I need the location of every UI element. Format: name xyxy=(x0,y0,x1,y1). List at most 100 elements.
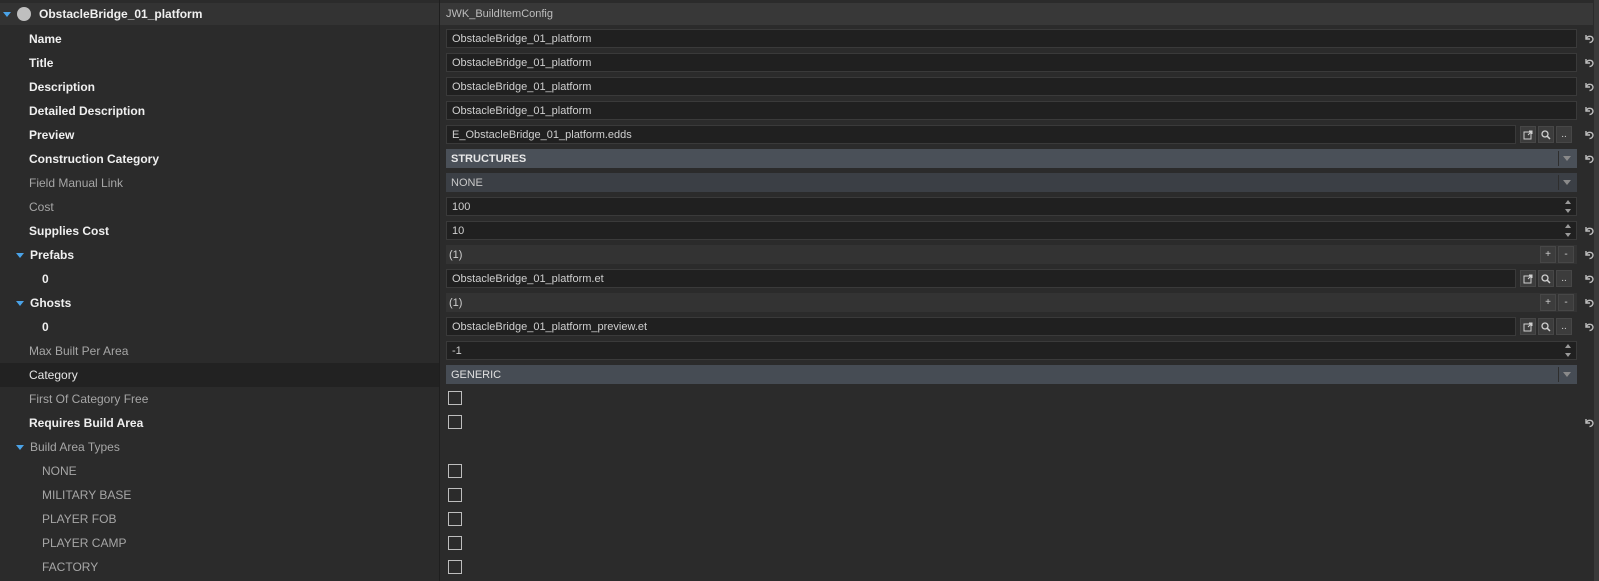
row-label-max-built: Max Built Per Area xyxy=(0,339,439,363)
row-label-prefabs[interactable]: Prefabs xyxy=(0,243,439,267)
property-label-panel: ObstacleBridge_01_platform Name Title De… xyxy=(0,0,439,581)
category-dropdown[interactable]: GENERIC xyxy=(446,365,1577,384)
label-bat-military-base: MILITARY BASE xyxy=(42,488,132,502)
magnifier-icon[interactable] xyxy=(1538,126,1554,143)
label-detailed-description: Detailed Description xyxy=(29,104,146,118)
dropdown-separator xyxy=(1558,175,1559,190)
cost-spinbox[interactable]: 100 xyxy=(446,197,1577,216)
field-manual-link-dropdown[interactable]: NONE xyxy=(446,173,1577,192)
property-value-panel: JWK_BuildItemConfig ObstacleBridge_01_pl… xyxy=(440,0,1599,581)
label-bat-factory: FACTORY xyxy=(42,560,99,574)
vertical-scrollbar[interactable] xyxy=(1594,0,1599,581)
dropdown-separator xyxy=(1558,151,1559,166)
label-bat-none: NONE xyxy=(42,464,77,478)
ghosts-array-header: (1) xyxy=(446,293,1577,312)
row-label-title: Title xyxy=(0,51,439,75)
spin-arrows-icon[interactable] xyxy=(1565,344,1574,357)
browse-button[interactable]: .. xyxy=(1556,318,1572,335)
label-name: Name xyxy=(29,32,62,46)
ghosts-count: (1) xyxy=(449,296,463,309)
build-area-types-expand-icon[interactable] xyxy=(16,444,24,450)
add-item-button[interactable]: + xyxy=(1540,246,1556,263)
supplies-cost-spinbox[interactable]: 10 xyxy=(446,221,1577,240)
spin-arrows-icon[interactable] xyxy=(1565,224,1574,237)
bat-military-base-checkbox[interactable] xyxy=(448,488,462,502)
label-field-manual-link: Field Manual Link xyxy=(29,176,124,190)
title-input[interactable]: ObstacleBridge_01_platform xyxy=(446,53,1577,72)
label-max-built-per-area: Max Built Per Area xyxy=(29,344,129,358)
row-label-bat-player-fob: PLAYER FOB xyxy=(0,507,439,531)
prefabs-expand-icon[interactable] xyxy=(16,252,24,258)
magnifier-icon[interactable] xyxy=(1538,318,1554,335)
category-value: GENERIC xyxy=(451,368,502,381)
remove-item-button[interactable]: - xyxy=(1558,294,1574,311)
open-external-icon[interactable] xyxy=(1520,126,1536,143)
max-built-per-area-value: -1 xyxy=(452,344,462,357)
detailed-description-input[interactable]: ObstacleBridge_01_platform xyxy=(446,101,1577,120)
prefabs-count: (1) xyxy=(449,248,463,261)
open-external-icon[interactable] xyxy=(1520,270,1536,287)
prefab-path-input[interactable]: ObstacleBridge_01_platform.et xyxy=(446,269,1516,288)
browse-button[interactable]: .. xyxy=(1556,270,1572,287)
label-construction-category: Construction Category xyxy=(29,152,160,166)
prefabs-array-header: (1) xyxy=(446,245,1577,264)
bat-none-checkbox[interactable] xyxy=(448,464,462,478)
row-label-prefabs-0: 0 xyxy=(0,267,439,291)
preview-path-input[interactable]: E_ObstacleBridge_01_platform.edds xyxy=(446,125,1516,144)
label-first-of-category-free: First Of Category Free xyxy=(29,392,149,406)
requires-build-area-checkbox[interactable] xyxy=(448,415,462,429)
label-build-area-types: Build Area Types xyxy=(30,440,120,454)
first-of-category-free-checkbox[interactable] xyxy=(448,391,462,405)
entity-title: ObstacleBridge_01_platform xyxy=(39,7,203,21)
label-title: Title xyxy=(29,56,54,70)
row-label-bat-none: NONE xyxy=(0,459,439,483)
label-cost: Cost xyxy=(29,200,54,214)
construction-category-dropdown[interactable]: STRUCTURES xyxy=(446,149,1577,168)
label-preview: Preview xyxy=(29,128,75,142)
chevron-down-icon xyxy=(1563,156,1571,161)
open-external-icon[interactable] xyxy=(1520,318,1536,335)
description-input[interactable]: ObstacleBridge_01_platform xyxy=(446,77,1577,96)
field-manual-link-value: NONE xyxy=(451,176,483,189)
label-requires-build-area: Requires Build Area xyxy=(29,416,144,430)
add-item-button[interactable]: + xyxy=(1540,294,1556,311)
entity-circle-icon xyxy=(17,7,31,21)
row-label-ghosts-0: 0 xyxy=(0,315,439,339)
row-label-build-area-types[interactable]: Build Area Types xyxy=(0,435,439,459)
expand-triangle-icon[interactable] xyxy=(3,11,11,17)
entity-header-row[interactable]: ObstacleBridge_01_platform xyxy=(0,3,439,25)
ghost-path-input[interactable]: ObstacleBridge_01_platform_preview.et xyxy=(446,317,1516,336)
label-prefabs-index: 0 xyxy=(42,272,49,286)
browse-button[interactable]: .. xyxy=(1556,126,1572,143)
row-label-name: Name xyxy=(0,27,439,51)
label-ghosts: Ghosts xyxy=(30,296,72,310)
bat-player-fob-checkbox[interactable] xyxy=(448,512,462,526)
chevron-down-icon xyxy=(1563,372,1571,377)
row-label-supplies-cost: Supplies Cost xyxy=(0,219,439,243)
label-bat-player-fob: PLAYER FOB xyxy=(42,512,117,526)
row-label-bat-player-camp: PLAYER CAMP xyxy=(0,531,439,555)
ghosts-expand-icon[interactable] xyxy=(16,300,24,306)
row-label-detailed-description: Detailed Description xyxy=(0,99,439,123)
row-label-bat-factory: FACTORY xyxy=(0,555,439,579)
row-label-description: Description xyxy=(0,75,439,99)
row-label-bat-military-base: MILITARY BASE xyxy=(0,483,439,507)
spin-arrows-icon[interactable] xyxy=(1565,200,1574,213)
row-label-ghosts[interactable]: Ghosts xyxy=(0,291,439,315)
row-label-requires-build-area: Requires Build Area xyxy=(0,411,439,435)
label-prefabs: Prefabs xyxy=(30,248,75,262)
row-label-field-manual-link: Field Manual Link xyxy=(0,171,439,195)
label-description: Description xyxy=(29,80,96,94)
remove-item-button[interactable]: - xyxy=(1558,246,1574,263)
cost-value: 100 xyxy=(452,200,471,213)
bat-player-camp-checkbox[interactable] xyxy=(448,536,462,550)
label-category: Category xyxy=(29,368,78,382)
magnifier-icon[interactable] xyxy=(1538,270,1554,287)
bat-factory-checkbox[interactable] xyxy=(448,560,462,574)
row-label-preview: Preview xyxy=(0,123,439,147)
row-label-category: Category xyxy=(0,363,439,387)
name-input[interactable]: ObstacleBridge_01_platform xyxy=(446,29,1577,48)
label-supplies-cost: Supplies Cost xyxy=(29,224,110,238)
max-built-per-area-spinbox[interactable]: -1 xyxy=(446,341,1577,360)
construction-category-value: STRUCTURES xyxy=(451,152,527,165)
